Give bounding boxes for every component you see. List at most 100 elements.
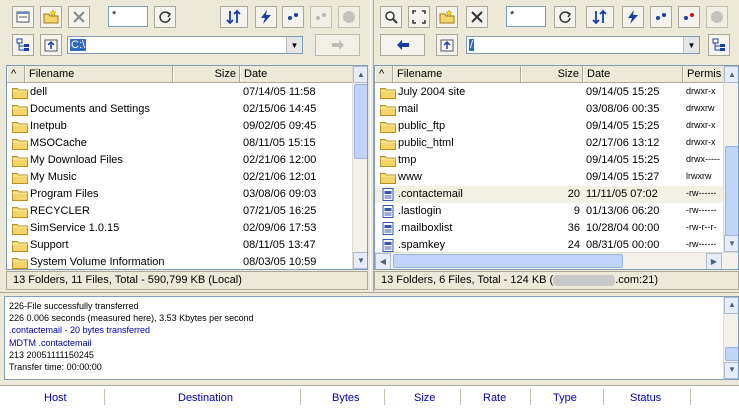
file-permissions: -rw------ bbox=[686, 188, 717, 198]
file-row[interactable]: .contactemail 20 11/11/05 07:02 -rw------ bbox=[375, 186, 723, 203]
local-up-dir-button[interactable] bbox=[40, 34, 62, 56]
folder-icon bbox=[380, 173, 396, 184]
log-scrollbar[interactable]: ▲ ▼ bbox=[723, 297, 738, 379]
transfer-mode-alt-button[interactable] bbox=[310, 6, 332, 28]
transfer-queue[interactable]: Host Destination Bytes Size Rate Type St… bbox=[0, 385, 739, 410]
file-row[interactable]: tmp 09/14/05 15:25 drwx----- bbox=[375, 152, 723, 169]
col-size[interactable]: Size bbox=[173, 66, 240, 82]
connect-button[interactable] bbox=[255, 6, 277, 28]
scroll-down-icon[interactable]: ▼ bbox=[353, 252, 367, 269]
sort-arrows-icon bbox=[592, 9, 607, 25]
local-path-combobox[interactable]: C:\ ▼ bbox=[67, 36, 303, 54]
scroll-right-icon[interactable]: ▶ bbox=[706, 253, 722, 269]
scroll-down-icon[interactable]: ▼ bbox=[724, 362, 738, 379]
file-row[interactable]: .lastlogin 9 01/13/06 06:20 -rw------ bbox=[375, 203, 723, 220]
col-date[interactable]: Date bbox=[240, 66, 353, 82]
remote-new-folder-button[interactable] bbox=[436, 6, 458, 28]
scroll-left-icon[interactable]: ◀ bbox=[375, 253, 391, 269]
local-file-list[interactable]: ^ Filename Size Date dell 07/14/05 11:58 D… bbox=[6, 65, 368, 270]
find-button[interactable] bbox=[380, 6, 402, 28]
view-button[interactable] bbox=[12, 6, 34, 28]
file-row[interactable]: SimService 1.0.15 02/09/06 17:53 bbox=[7, 220, 352, 237]
queue-col-status[interactable]: Status bbox=[630, 392, 661, 404]
file-row[interactable]: Program Files 03/08/06 09:03 bbox=[7, 186, 352, 203]
file-date: 08/11/05 13:47 bbox=[243, 239, 316, 251]
scroll-down-icon[interactable]: ▼ bbox=[724, 235, 738, 252]
upload-button[interactable] bbox=[315, 34, 360, 56]
sort-caret-icon[interactable]: ^ bbox=[7, 66, 25, 82]
scroll-thumb[interactable] bbox=[354, 84, 367, 159]
col-permissions[interactable]: Permis bbox=[683, 66, 724, 82]
remote-stop-button[interactable] bbox=[706, 6, 728, 28]
scroll-up-icon[interactable]: ▲ bbox=[724, 297, 738, 314]
remote-path-combobox[interactable]: / ▼ bbox=[466, 36, 700, 54]
file-name: public_ftp bbox=[398, 120, 446, 132]
scroll-up-icon[interactable]: ▲ bbox=[724, 66, 738, 83]
scroll-thumb[interactable] bbox=[725, 146, 738, 236]
arrow-right-icon bbox=[331, 40, 344, 50]
file-row[interactable]: Inetpub 09/02/05 09:45 bbox=[7, 118, 352, 135]
file-row[interactable]: MSOCache 08/11/05 15:15 bbox=[7, 135, 352, 152]
queue-col-host[interactable]: Host bbox=[44, 392, 67, 404]
remote-tree-button[interactable] bbox=[708, 34, 730, 56]
file-row[interactable]: dell 07/14/05 11:58 bbox=[7, 84, 352, 101]
file-name: Documents and Settings bbox=[30, 103, 150, 115]
remote-delete-button[interactable] bbox=[466, 6, 488, 28]
file-permissions: -rw------ bbox=[686, 239, 717, 249]
log-line: Transfer time: 00:00:00 bbox=[9, 362, 102, 373]
queue-col-destination[interactable]: Destination bbox=[178, 392, 233, 404]
download-button[interactable] bbox=[380, 34, 425, 56]
col-filename[interactable]: Filename bbox=[393, 66, 521, 82]
file-row[interactable]: .mailboxlist 36 10/28/04 00:00 -rw-r--r- bbox=[375, 220, 723, 237]
file-row[interactable]: mail 03/08/06 00:35 drwxrw bbox=[375, 101, 723, 118]
col-filename[interactable]: Filename bbox=[25, 66, 173, 82]
local-filter-mask-input[interactable]: * bbox=[108, 6, 148, 27]
sort-caret-icon[interactable]: ^ bbox=[375, 66, 393, 82]
local-scrollbar[interactable]: ▲ ▼ bbox=[352, 66, 367, 269]
queue-col-bytes[interactable]: Bytes bbox=[332, 392, 360, 404]
col-date[interactable]: Date bbox=[583, 66, 683, 82]
chevron-down-icon[interactable]: ▼ bbox=[286, 37, 302, 53]
file-row[interactable]: RECYCLER 07/21/05 16:25 bbox=[7, 203, 352, 220]
queue-col-size[interactable]: Size bbox=[414, 392, 435, 404]
remote-up-dir-button[interactable] bbox=[436, 34, 458, 56]
remote-horizontal-scrollbar[interactable]: ◀ ▶ bbox=[375, 252, 738, 269]
chevron-down-icon[interactable]: ▼ bbox=[683, 37, 699, 53]
remote-sort-dropdown-button[interactable] bbox=[586, 6, 614, 28]
file-row[interactable]: My Music 02/21/06 12:01 bbox=[7, 169, 352, 186]
file-row[interactable]: System Volume Information 08/03/05 10:59 bbox=[7, 254, 352, 269]
new-folder-button[interactable] bbox=[40, 6, 62, 28]
disconnect-button[interactable] bbox=[622, 6, 644, 28]
remote-transfer-mode-button[interactable] bbox=[650, 6, 672, 28]
sort-dropdown-button[interactable] bbox=[220, 6, 248, 28]
file-row[interactable]: public_ftp 09/14/05 15:25 drwxr-x bbox=[375, 118, 723, 135]
remote-refresh-button[interactable] bbox=[554, 6, 576, 28]
scroll-thumb[interactable] bbox=[725, 347, 738, 361]
file-row[interactable]: Documents and Settings 02/15/06 14:45 bbox=[7, 101, 352, 118]
file-row[interactable]: My Download Files 02/21/06 12:00 bbox=[7, 152, 352, 169]
file-row[interactable]: July 2004 site 09/14/05 15:25 drwxr-x bbox=[375, 84, 723, 101]
file-name: July 2004 site bbox=[398, 86, 466, 98]
delete-button[interactable] bbox=[68, 6, 90, 28]
local-tree-button[interactable] bbox=[12, 34, 34, 56]
log-divider[interactable] bbox=[0, 292, 739, 295]
queue-col-type[interactable]: Type bbox=[553, 392, 577, 404]
file-row[interactable]: public_html 02/17/06 13:12 drwxr-x bbox=[375, 135, 723, 152]
refresh-button[interactable] bbox=[154, 6, 176, 28]
transfer-mode-button[interactable] bbox=[282, 6, 304, 28]
remote-transfer-mode-alt-button[interactable] bbox=[678, 6, 700, 28]
queue-col-rate[interactable]: Rate bbox=[483, 392, 506, 404]
fit-button[interactable] bbox=[408, 6, 430, 28]
blue-red-dots-icon bbox=[288, 13, 298, 20]
file-row[interactable]: Support 08/11/05 13:47 bbox=[7, 237, 352, 254]
scroll-up-icon[interactable]: ▲ bbox=[353, 66, 367, 83]
col-size[interactable]: Size bbox=[521, 66, 583, 82]
remote-filter-mask-input[interactable]: * bbox=[506, 6, 546, 27]
stop-button[interactable] bbox=[338, 6, 360, 28]
h-scroll-thumb[interactable] bbox=[393, 254, 623, 268]
remote-file-list[interactable]: ^ Filename Size Date Permis July 2004 si… bbox=[374, 65, 739, 270]
file-row[interactable]: www 09/14/05 15:27 lrwxrw bbox=[375, 169, 723, 186]
transfer-log[interactable]: 226-File successfully transferred 226 0.0… bbox=[4, 296, 739, 380]
file-name: .lastlogin bbox=[398, 205, 442, 217]
remote-vertical-scrollbar[interactable]: ▲ ▼ bbox=[723, 66, 738, 252]
